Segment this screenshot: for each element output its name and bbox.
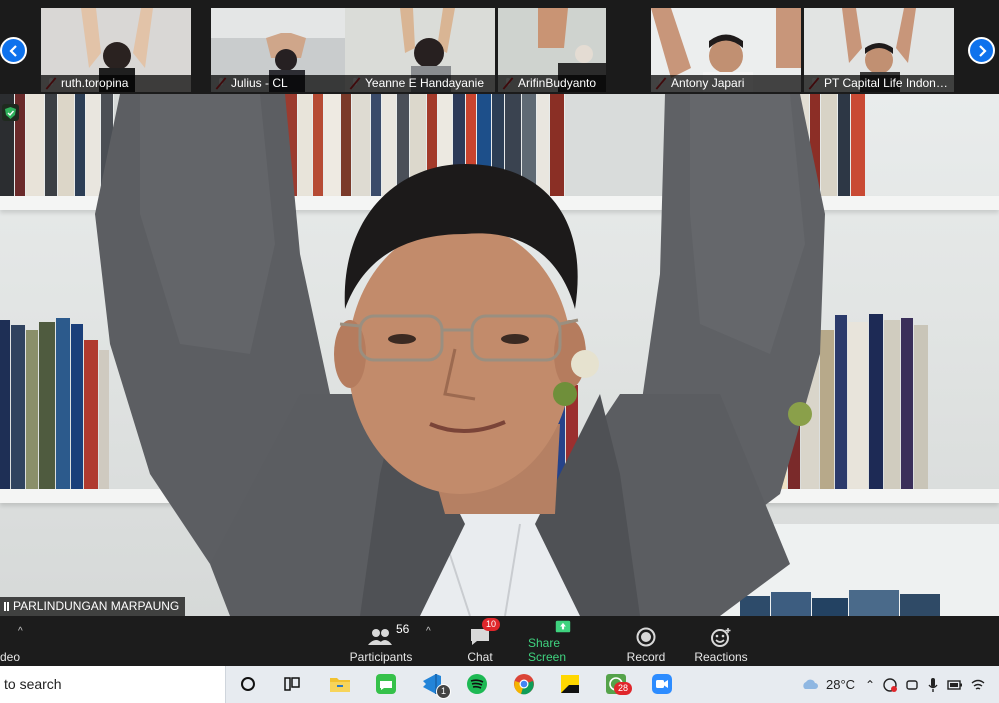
chevron-up-icon[interactable]: ⌃ [865, 678, 875, 692]
previous-page-button[interactable] [0, 37, 27, 64]
participant-tile[interactable]: PT Capital Life Indonesia [804, 8, 954, 92]
participants-label: Participants [349, 650, 413, 664]
chevron-left-icon [8, 44, 17, 57]
participant-tile[interactable]: Yeanne E Handayanie [345, 8, 495, 92]
security-shield-icon[interactable] [2, 104, 19, 121]
participant-tile[interactable]: ruth.toropina [41, 8, 191, 92]
participant-tile[interactable]: Antony Japari [651, 8, 801, 92]
spotify-icon[interactable] [464, 671, 490, 697]
sticky-notes-icon[interactable] [557, 671, 583, 697]
wifi-icon[interactable] [971, 679, 985, 691]
reactions-button[interactable]: Reactions [694, 620, 748, 664]
participants-options-caret[interactable]: ^ [426, 626, 431, 637]
next-page-button[interactable] [968, 37, 995, 64]
chrome-icon[interactable] [511, 671, 537, 697]
search-placeholder: to search [4, 676, 62, 692]
weather-temperature[interactable]: 28°C [826, 677, 855, 692]
zoom-app-icon[interactable] [649, 671, 675, 697]
participant-name: PT Capital Life Indonesia [804, 75, 954, 92]
participant-name: ruth.toropina [41, 75, 191, 92]
taskbar-search-box[interactable]: to search [0, 666, 226, 703]
chat-unread-badge: 10 [482, 618, 501, 631]
system-tray: 28°C ⌃ [800, 666, 985, 703]
participant-tile[interactable]: Julius - CL [211, 8, 361, 92]
participant-name: Julius - CL [211, 75, 361, 92]
meeting-toolbar: deo ^ Participants 56 ^ Chat 10 Share Sc… [0, 616, 999, 666]
video-button-label: deo [0, 650, 21, 664]
cortana-icon[interactable] [235, 671, 261, 697]
share-screen-button[interactable]: Share Screen [528, 620, 598, 664]
reactions-label: Reactions [694, 650, 748, 664]
speaker-figure [95, 94, 825, 616]
participant-thumbnail-strip: ruth.toropina Julius - CL Yeanne E Handa… [0, 0, 999, 94]
whatsapp-badge: 28 [614, 682, 633, 695]
record-label: Record [626, 650, 666, 664]
participant-name: ArifinBudyanto [498, 75, 606, 92]
share-screen-icon [555, 620, 571, 633]
meet-now-icon[interactable] [905, 678, 919, 692]
audio-level-icon [4, 602, 6, 611]
participants-icon [368, 629, 392, 645]
active-speaker-label: PARLINDUNGAN MARPAUNG [0, 597, 186, 616]
participants-count: 56 [396, 622, 410, 636]
speaker-name-text: PARLINDUNGAN MARPAUNG [13, 599, 180, 613]
network-warning-icon[interactable] [883, 677, 898, 692]
windows-taskbar: to search 1 28 28°C ⌃ [0, 666, 999, 703]
main-speaker-video [0, 94, 999, 616]
battery-icon[interactable] [947, 679, 963, 691]
task-view-icon[interactable] [279, 671, 305, 697]
microphone-icon[interactable] [927, 677, 939, 693]
reactions-icon [711, 628, 731, 647]
participant-tile[interactable]: ArifinBudyanto [498, 8, 606, 92]
file-explorer-icon[interactable] [327, 671, 353, 697]
line-app-icon[interactable] [373, 671, 399, 697]
vscode-badge: 1 [436, 684, 452, 699]
weather-icon [803, 679, 818, 689]
participant-name: Yeanne E Handayanie [345, 75, 495, 92]
share-screen-label: Share Screen [528, 636, 567, 664]
record-button[interactable]: Record [625, 620, 667, 664]
chevron-right-icon [978, 44, 987, 57]
participant-name: Antony Japari [651, 75, 801, 92]
record-icon [636, 627, 656, 647]
chat-label: Chat [467, 650, 493, 664]
video-options-caret[interactable]: ^ [18, 626, 23, 637]
